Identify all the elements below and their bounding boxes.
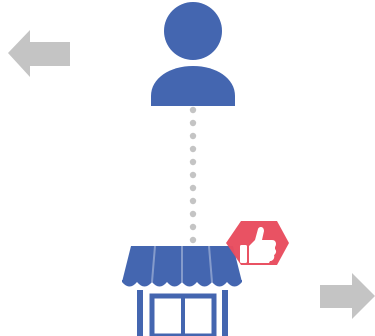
diagram-canvas: [0, 0, 375, 336]
connector-dot: [189, 119, 197, 127]
person-icon: [151, 2, 235, 106]
dotted-connector: [189, 106, 197, 244]
diagram-svg: [8, 2, 375, 336]
connector-dot: [189, 197, 197, 205]
connector-dot: [189, 106, 197, 114]
connector-dot: [189, 171, 197, 179]
connector-dot: [189, 184, 197, 192]
connector-dot: [189, 210, 197, 218]
connector-dot: [189, 158, 197, 166]
arrow-right-icon: [320, 273, 375, 319]
connector-dot: [189, 145, 197, 153]
storefront-icon: [122, 245, 242, 336]
connector-dot: [189, 223, 197, 231]
connector-dot: [189, 236, 197, 244]
arrow-left-icon: [8, 30, 70, 77]
connector-dot: [189, 132, 197, 140]
